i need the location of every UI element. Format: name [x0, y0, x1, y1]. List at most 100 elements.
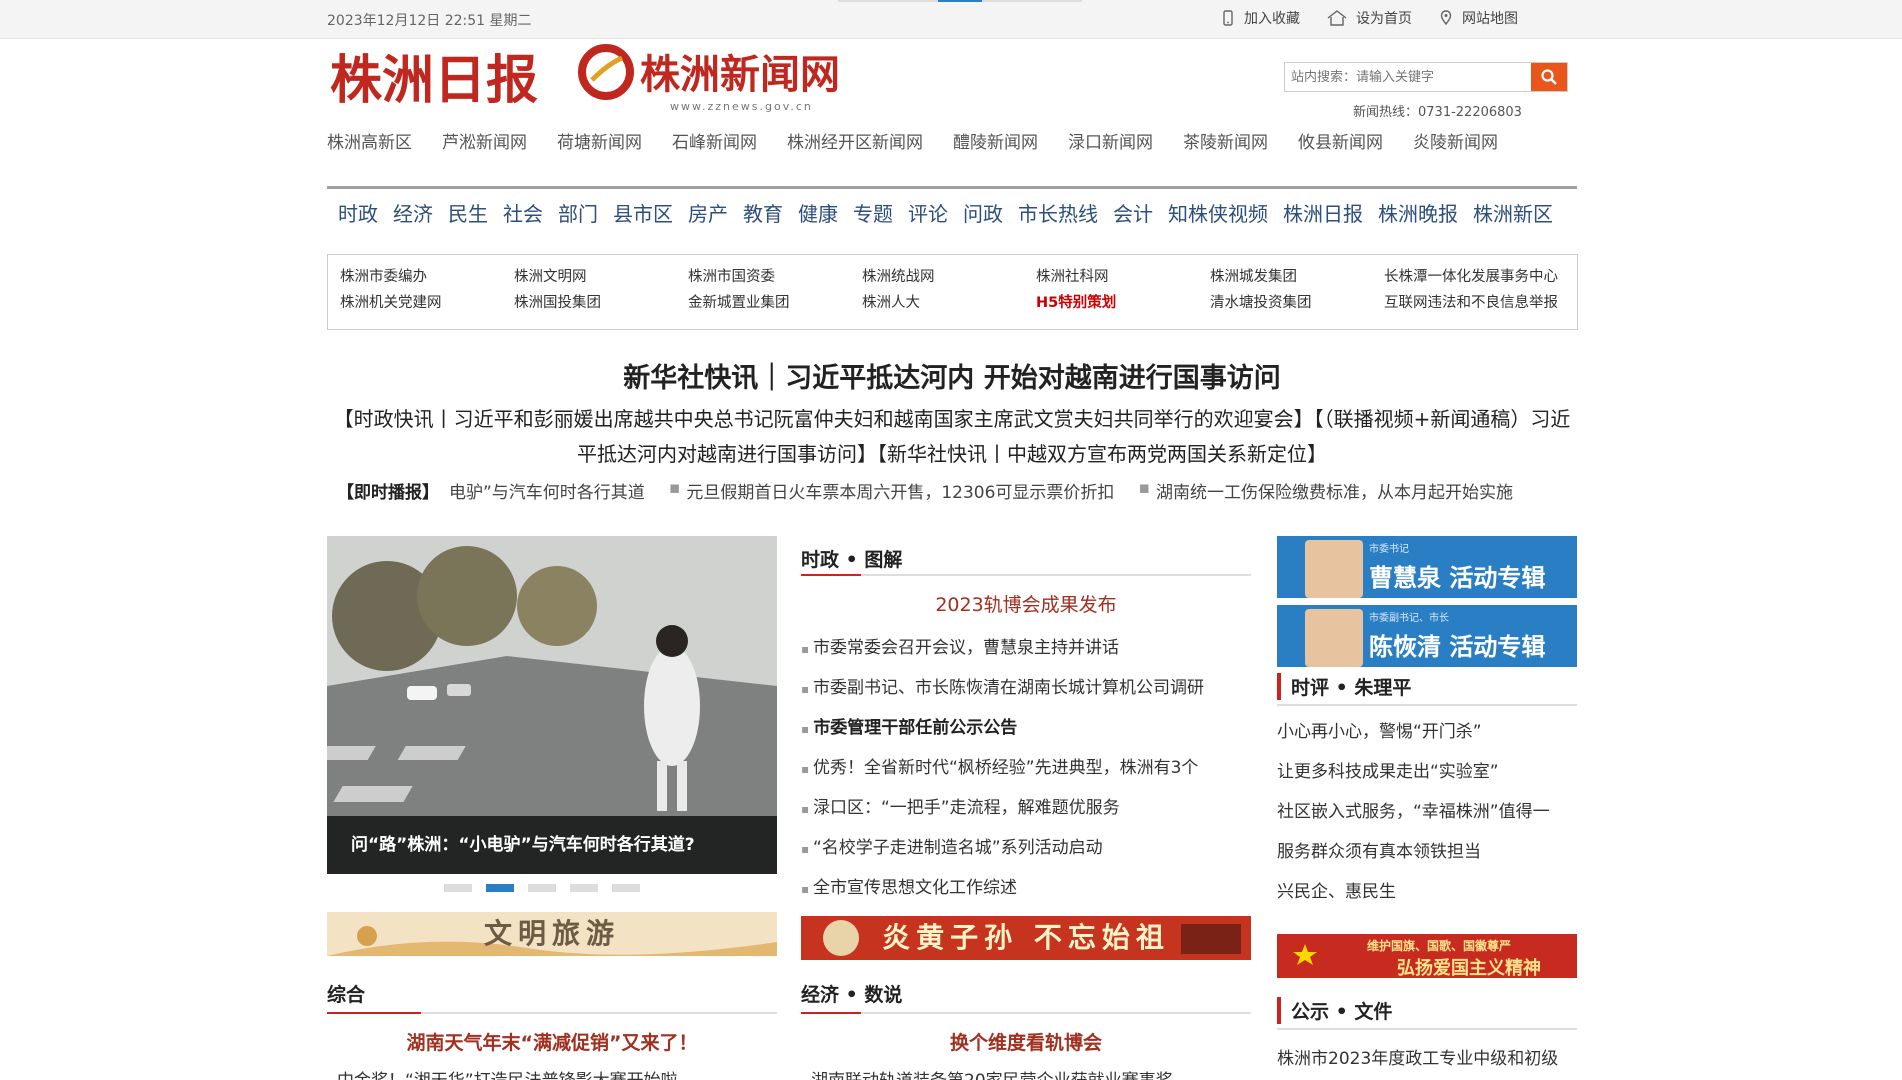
- section-title-economy[interactable]: 经济 • 数说: [801, 980, 902, 1007]
- promo-rank: 市委书记: [1369, 544, 1409, 555]
- list-item[interactable]: 株洲市2023年度政工专业中级和初级: [1277, 1044, 1577, 1069]
- list-item[interactable]: 中金奖！“湘天华”打造民法普锋影大赛开始啦: [337, 1068, 777, 1080]
- zhuzhou-daily-logo[interactable]: 株洲日报: [330, 40, 558, 114]
- slider-dot[interactable]: [528, 884, 556, 892]
- list-item[interactable]: 让更多科技成果走出“实验室”: [1277, 752, 1577, 792]
- nav-item[interactable]: 健康: [798, 198, 838, 227]
- partner-link[interactable]: 株洲社科网: [1036, 265, 1210, 286]
- sub-headlines[interactable]: 【时政快讯丨习近平和彭丽媛出席越共中央总书记阮富仲夫妇和越南国家主席武文赏夫妇共…: [327, 402, 1577, 472]
- list-item[interactable]: “名校学子走进制造名城”系列活动启动: [801, 828, 1251, 868]
- list-item[interactable]: 渌口区：“一把手”走流程，解难题优服务: [801, 788, 1251, 828]
- list-item[interactable]: 服务群众须有真本领铁担当: [1277, 832, 1577, 872]
- slider-dot[interactable]: [570, 884, 598, 892]
- nav-item[interactable]: 社会: [503, 198, 543, 227]
- list-item[interactable]: 小心再小心，警惕“开门杀”: [1277, 712, 1577, 752]
- site-link[interactable]: 炎陵新闻网: [1413, 128, 1498, 159]
- ticker-item[interactable]: 电驴”与汽车何时各行其道: [449, 478, 645, 503]
- partner-link[interactable]: 清水塘投资集团: [1210, 291, 1384, 312]
- partner-link[interactable]: 株洲统战网: [862, 265, 1036, 286]
- nav-item[interactable]: 株洲晚报: [1378, 198, 1458, 227]
- zznews-logo[interactable]: 株洲新闻网 www.zznews.gov.cn: [578, 44, 864, 114]
- h5-special-link[interactable]: H5特别策划: [1036, 291, 1210, 312]
- partner-link[interactable]: 株洲人大: [862, 291, 1036, 312]
- partner-link[interactable]: 长株潭一体化发展事务中心: [1384, 265, 1558, 286]
- nav-item[interactable]: 房产: [688, 198, 728, 227]
- site-link[interactable]: 芦淞新闻网: [442, 128, 527, 159]
- site-link[interactable]: 石峰新闻网: [672, 128, 757, 159]
- nav-item[interactable]: 教育: [743, 198, 783, 227]
- partner-link[interactable]: 株洲国投集团: [514, 291, 688, 312]
- list-item[interactable]: 湖南联动轨道装备第20家民营企业获就业赛事奖: [811, 1068, 1251, 1080]
- partner-links-box: 株洲市委编办 株洲文明网 株洲市国资委 株洲统战网 株洲社科网 株洲城发集团 长…: [327, 254, 1578, 330]
- phone-icon: [1223, 10, 1233, 26]
- bullet-icon: ▪: [668, 478, 681, 498]
- nav-item[interactable]: 知株侠视频: [1168, 198, 1268, 227]
- search-button[interactable]: [1531, 63, 1567, 91]
- slider-dot[interactable]: [444, 884, 472, 892]
- partner-link[interactable]: 株洲城发集团: [1210, 265, 1384, 286]
- logo-site-text: 株洲新闻网: [640, 51, 840, 98]
- partner-link[interactable]: 株洲文明网: [514, 265, 688, 286]
- yanhuang-banner[interactable]: 炎黄子孙 不忘始祖: [801, 916, 1251, 960]
- list-item[interactable]: 市委副书记、市长陈恢清在湖南长城计算机公司调研: [801, 668, 1251, 708]
- nav-item[interactable]: 评论: [908, 198, 948, 227]
- nav-item[interactable]: 民生: [448, 198, 488, 227]
- nav-item[interactable]: 问政: [963, 198, 1003, 227]
- site-link[interactable]: 攸县新闻网: [1298, 128, 1383, 159]
- nav-item[interactable]: 县市区: [613, 198, 673, 227]
- nav-item[interactable]: 株洲新区: [1473, 198, 1553, 227]
- list-item[interactable]: 市委管理干部任前公示公告: [801, 708, 1251, 748]
- site-link[interactable]: 株洲经开区新闻网: [787, 128, 923, 159]
- site-link[interactable]: 荷塘新闻网: [557, 128, 642, 159]
- partner-link[interactable]: 株洲市委编办: [340, 265, 514, 286]
- nav-item[interactable]: 部门: [558, 198, 598, 227]
- sitemap-link[interactable]: 网站地图: [1438, 8, 1518, 28]
- promo-rank: 市委副书记、市长: [1369, 613, 1449, 624]
- list-item[interactable]: 兴民企、惠民生: [1277, 872, 1577, 912]
- set-homepage-label: 设为首页: [1356, 11, 1412, 27]
- set-homepage-link[interactable]: 设为首页: [1326, 8, 1412, 28]
- ticker-item[interactable]: 湖南统一工伤保险缴费标准，从本月起开始实施: [1156, 478, 1513, 503]
- nav-item[interactable]: 专题: [853, 198, 893, 227]
- partner-link[interactable]: 株洲机关党建网: [340, 291, 514, 312]
- ticker-item[interactable]: 元旦假期首日火车票本周六开售，12306可显示票价折扣: [686, 478, 1114, 503]
- partner-link[interactable]: 株洲市国资委: [688, 265, 862, 286]
- site-link[interactable]: 醴陵新闻网: [953, 128, 1038, 159]
- feature-link[interactable]: 2023轨博会成果发布: [801, 590, 1251, 617]
- list-item[interactable]: 社区嵌入式服务，“幸福株洲”值得一: [1277, 792, 1577, 832]
- site-link[interactable]: 渌口新闻网: [1068, 128, 1153, 159]
- list-item[interactable]: 全市宣传思想文化工作综述: [801, 868, 1251, 908]
- nav-item[interactable]: 时政: [338, 198, 378, 227]
- photo-slider[interactable]: 问“路”株洲：“小电驴”与汽车何时各行其道?: [327, 536, 777, 874]
- top-headline[interactable]: 新华社快讯｜习近平抵达河内 开始对越南进行国事访问: [327, 356, 1577, 395]
- list-item[interactable]: 市委常委会召开会议，曹慧泉主持并讲话: [801, 628, 1251, 668]
- section-title-general[interactable]: 综合: [327, 980, 365, 1007]
- promo-name: 曹慧泉 活动专辑: [1369, 564, 1546, 592]
- site-link[interactable]: 株洲高新区: [327, 128, 412, 159]
- nav-item[interactable]: 株洲日报: [1283, 198, 1363, 227]
- section-title-notices[interactable]: 公示 • 文件: [1277, 997, 1392, 1024]
- nav-item[interactable]: 会计: [1113, 198, 1153, 227]
- nav-item[interactable]: 市长热线: [1018, 198, 1098, 227]
- section-title-commentary[interactable]: 时评 • 朱理平: [1277, 673, 1411, 700]
- add-favorite-link[interactable]: 加入收藏: [1220, 8, 1300, 28]
- section-title-politics[interactable]: 时政 • 图解: [801, 545, 902, 572]
- secretary-promo-banner[interactable]: 市委书记 曹慧泉 活动专辑: [1277, 536, 1577, 598]
- slider-caption[interactable]: 问“路”株洲：“小电驴”与汽车何时各行其道?: [327, 816, 777, 874]
- search-input[interactable]: [1285, 63, 1531, 91]
- feature-link[interactable]: 换个维度看轨博会: [801, 1028, 1251, 1055]
- site-link[interactable]: 茶陵新闻网: [1183, 128, 1268, 159]
- banner-left-text: 文明旅游: [483, 917, 620, 950]
- slider-dot[interactable]: [612, 884, 640, 892]
- banner-right-line1: 维护国旗、国歌、国徽尊严: [1367, 939, 1512, 953]
- mayor-promo-banner[interactable]: 市委副书记、市长 陈恢清 活动专辑: [1277, 605, 1577, 667]
- feature-link[interactable]: 湖南天气年末“满减促销”又来了！: [327, 1028, 777, 1055]
- commentary-list: 小心再小心，警惕“开门杀” 让更多科技成果走出“实验室” 社区嵌入式服务，“幸福…: [1277, 712, 1577, 912]
- nav-item[interactable]: 经济: [393, 198, 433, 227]
- partner-link[interactable]: 互联网违法和不良信息举报: [1384, 291, 1558, 312]
- civilized-travel-banner[interactable]: 文明旅游: [327, 912, 777, 956]
- slider-dot-active[interactable]: [486, 884, 514, 892]
- patriotism-banner[interactable]: 维护国旗、国歌、国徽尊严 弘扬爱国主义精神: [1277, 934, 1577, 978]
- partner-link[interactable]: 金新城置业集团: [688, 291, 862, 312]
- list-item[interactable]: 优秀！全省新时代“枫桥经验”先进典型，株洲有3个: [801, 748, 1251, 788]
